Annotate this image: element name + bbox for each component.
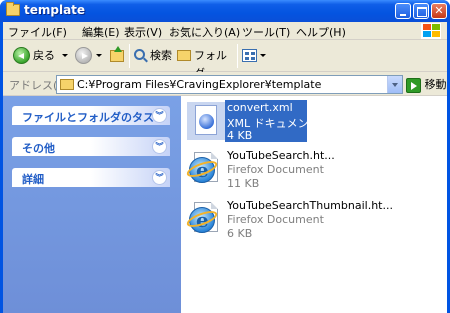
menu-help[interactable]: ヘルプ(H) xyxy=(296,24,346,40)
panel-other-places[interactable]: その他 ︾ xyxy=(12,137,170,156)
panel-file-folder-tasks[interactable]: ファイルとフォルダのタスク ︾ xyxy=(12,106,170,125)
chevron-double-down-icon[interactable]: ︾ xyxy=(152,108,167,123)
minimize-button[interactable] xyxy=(395,3,411,19)
address-path: C:¥Program Files¥CravingExplorer¥templat… xyxy=(77,78,322,91)
file-list: convert.xml XML ドキュメント 4 KB e YouTubeSea… xyxy=(181,96,447,313)
menu-file[interactable]: ファイル(F) xyxy=(8,24,67,40)
xml-document-icon xyxy=(189,104,223,138)
menu-tools[interactable]: ツール(T) xyxy=(242,24,290,40)
file-name: YouTubeSearchThumbnail.ht... xyxy=(227,199,393,212)
file-size: 4 KB xyxy=(227,129,253,142)
views-dropdown-icon xyxy=(260,54,266,57)
panel-details[interactable]: 詳細 ︾ xyxy=(12,168,170,187)
back-button[interactable]: 戻る xyxy=(13,47,59,65)
firefox-document-icon: e xyxy=(184,152,223,186)
folder-icon xyxy=(60,79,74,90)
folder-icon xyxy=(6,2,20,16)
go-label: 移動 xyxy=(424,78,447,91)
forward-button[interactable] xyxy=(75,47,93,65)
views-button[interactable] xyxy=(242,47,268,65)
panel-label: ファイルとフォルダのタスク xyxy=(22,111,165,124)
menu-favorites[interactable]: お気に入り(A) xyxy=(169,24,240,40)
menu-edit[interactable]: 編集(E) xyxy=(82,24,120,40)
file-item-youtubesearchthumbnail[interactable]: e YouTubeSearchThumbnail.ht... Firefox D… xyxy=(184,196,437,240)
panel-label: その他 xyxy=(22,142,55,155)
toolbar: 戻る 検索 フォルダ xyxy=(3,40,447,80)
panel-label: 詳細 xyxy=(22,173,44,186)
folders-icon xyxy=(177,50,191,61)
file-size: 11 KB xyxy=(227,177,260,190)
search-label: 検索 xyxy=(150,49,172,62)
back-dropdown-icon[interactable] xyxy=(62,54,68,57)
chevron-double-down-icon[interactable]: ︾ xyxy=(152,139,167,154)
close-button[interactable]: ✕ xyxy=(431,3,447,19)
file-type: Firefox Document xyxy=(227,213,324,226)
firefox-document-icon: e xyxy=(184,202,223,236)
chevron-double-down-icon[interactable]: ︾ xyxy=(152,170,167,185)
toolbar-separator xyxy=(237,44,238,68)
maximize-button[interactable] xyxy=(413,3,429,19)
up-folder-icon xyxy=(110,46,124,62)
address-bar: アドレス(D) C:¥Program Files¥CravingExplorer… xyxy=(3,72,447,96)
go-button[interactable]: 移動 xyxy=(406,76,447,94)
windows-logo-icon xyxy=(421,23,441,39)
up-folder-button[interactable] xyxy=(110,46,126,65)
explorer-window: template ✕ ファイル(F) 編集(E) 表示(V) お気に入り(A) … xyxy=(0,0,450,313)
back-label: 戻る xyxy=(33,49,55,62)
task-pane: ファイルとフォルダのタスク ︾ その他 ︾ 詳細 ︾ xyxy=(3,96,181,313)
address-input[interactable]: C:¥Program Files¥CravingExplorer¥templat… xyxy=(56,75,403,94)
file-name: YouTubeSearch.ht... xyxy=(227,149,335,162)
search-button[interactable]: 検索 xyxy=(134,47,172,65)
file-type: Firefox Document xyxy=(227,163,324,176)
back-arrow-icon xyxy=(13,47,30,64)
file-name: convert.xml xyxy=(227,101,293,114)
folders-button[interactable]: フォルダ xyxy=(177,47,233,80)
file-item-youtubesearch[interactable]: e YouTubeSearch.ht... Firefox Document 1… xyxy=(184,146,437,190)
file-item-convert-xml[interactable]: convert.xml XML ドキュメント 4 KB xyxy=(187,98,437,142)
address-dropdown-icon[interactable] xyxy=(387,76,402,93)
menu-view[interactable]: 表示(V) xyxy=(124,24,162,40)
file-size: 6 KB xyxy=(227,227,253,240)
views-icon xyxy=(242,49,257,62)
forward-dropdown-icon[interactable] xyxy=(96,54,102,57)
window-title: template xyxy=(24,3,86,17)
menu-bar: ファイル(F) 編集(E) 表示(V) お気に入り(A) ツール(T) ヘルプ(… xyxy=(3,22,447,40)
go-arrow-icon xyxy=(406,77,421,93)
toolbar-separator xyxy=(129,44,130,68)
title-bar[interactable]: template ✕ xyxy=(0,0,450,22)
forward-arrow-icon xyxy=(75,47,92,64)
